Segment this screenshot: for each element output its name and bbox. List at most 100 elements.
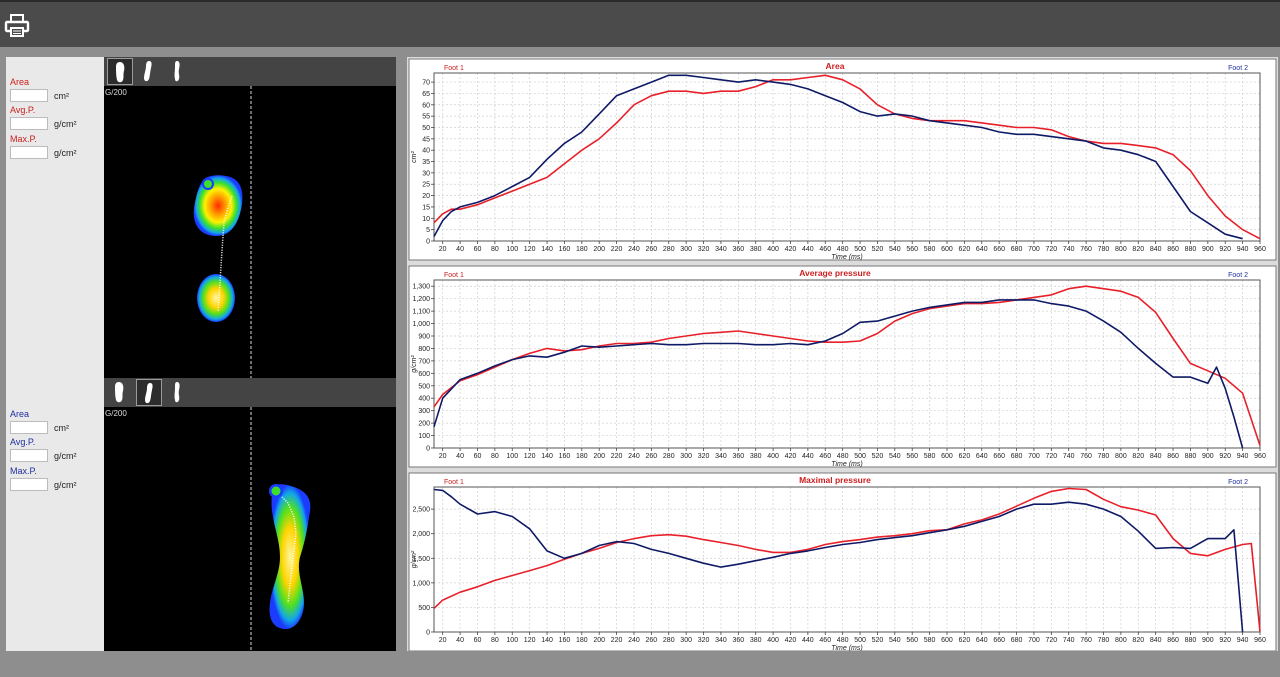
legend-foot2: Foot 2 xyxy=(1228,479,1248,486)
y-tick-label: 700 xyxy=(418,358,430,365)
y-tick-label: 60 xyxy=(422,102,430,109)
foot1-avgp-unit: g/cm² xyxy=(54,119,77,129)
foot2-area-label: Area xyxy=(10,409,30,419)
x-tick-label: 120 xyxy=(524,453,536,460)
x-tick-label: 740 xyxy=(1063,453,1075,460)
printer-icon xyxy=(4,14,30,37)
x-tick-label: 720 xyxy=(1045,637,1057,644)
y-axis-label: g/cm² xyxy=(411,550,418,568)
x-tick-label: 740 xyxy=(1063,246,1075,253)
foot1-area-field[interactable] xyxy=(10,89,48,102)
x-tick-label: 940 xyxy=(1237,453,1249,460)
y-tick-label: 300 xyxy=(418,408,430,415)
x-tick-label: 580 xyxy=(924,637,936,644)
x-tick-label: 880 xyxy=(1185,637,1197,644)
foot1-area-unit: cm² xyxy=(54,91,69,101)
y-tick-label: 500 xyxy=(418,605,430,612)
foot1-view-toolbar xyxy=(104,57,396,86)
chart-2: 20 40 60 80 100 120 140 160 180 200 220 240 260 280 30… xyxy=(408,265,1277,468)
y-tick-label: 1,100 xyxy=(412,309,430,316)
foot1-right-foot-button[interactable] xyxy=(136,58,162,85)
x-tick-label: 140 xyxy=(541,637,553,644)
y-tick-label: 25 xyxy=(422,182,430,189)
y-tick-label: 400 xyxy=(418,396,430,403)
foot1-avgp-field[interactable] xyxy=(10,117,48,130)
x-tick-label: 60 xyxy=(474,453,482,460)
x-tick-label: 780 xyxy=(1098,637,1110,644)
foot2-avgp-label: Avg.P. xyxy=(10,437,36,447)
x-tick-label: 340 xyxy=(715,453,727,460)
foot1-maxp-field[interactable] xyxy=(10,146,48,159)
foot2-avgp-field[interactable] xyxy=(10,449,48,462)
foot2-left-foot-button[interactable] xyxy=(107,379,133,406)
x-tick-label: 100 xyxy=(506,637,518,644)
x-tick-label: 420 xyxy=(785,453,797,460)
y-tick-label: 40 xyxy=(422,148,430,155)
y-tick-label: 0 xyxy=(426,630,430,637)
x-tick-label: 520 xyxy=(872,246,884,253)
x-tick-label: 420 xyxy=(785,637,797,644)
y-tick-label: 200 xyxy=(418,421,430,428)
foot2-maxp-field[interactable] xyxy=(10,478,48,491)
x-tick-label: 520 xyxy=(872,637,884,644)
foot-left-icon xyxy=(116,62,125,83)
x-tick-label: 960 xyxy=(1254,637,1266,644)
x-tick-label: 820 xyxy=(1132,453,1144,460)
foot1-both-feet-button[interactable] xyxy=(165,58,191,85)
x-tick-label: 620 xyxy=(959,453,971,460)
x-tick-label: 200 xyxy=(593,246,605,253)
foot-right-icon xyxy=(144,61,152,82)
foot1-left-foot-button[interactable] xyxy=(107,58,133,85)
x-tick-label: 840 xyxy=(1150,453,1162,460)
x-tick-label: 900 xyxy=(1202,246,1214,253)
x-tick-label: 700 xyxy=(1028,246,1040,253)
x-tick-label: 560 xyxy=(906,637,918,644)
foot2-maxp-unit: g/cm² xyxy=(54,480,77,490)
x-tick-label: 460 xyxy=(819,637,831,644)
x-tick-label: 540 xyxy=(889,453,901,460)
x-axis-label: Time (ms) xyxy=(831,254,862,261)
x-tick-label: 960 xyxy=(1254,453,1266,460)
legend-foot1: Foot 1 xyxy=(444,272,464,279)
y-tick-label: 65 xyxy=(422,91,430,98)
x-tick-label: 360 xyxy=(732,246,744,253)
y-tick-label: 1,300 xyxy=(412,284,430,291)
x-tick-label: 340 xyxy=(715,246,727,253)
x-tick-label: 400 xyxy=(767,637,779,644)
x-tick-label: 220 xyxy=(611,637,623,644)
print-button[interactable] xyxy=(4,12,32,40)
y-tick-label: 100 xyxy=(418,433,430,440)
foot2-both-feet-button[interactable] xyxy=(165,379,191,406)
x-tick-label: 840 xyxy=(1150,637,1162,644)
x-tick-label: 80 xyxy=(491,246,499,253)
foot1-pressure-map xyxy=(193,86,252,378)
x-tick-label: 260 xyxy=(646,453,658,460)
y-tick-label: 2,500 xyxy=(412,507,430,514)
x-tick-label: 660 xyxy=(993,637,1005,644)
foot-both-icon xyxy=(174,382,180,403)
foot2-pressure-map xyxy=(250,407,311,651)
y-axis-label: cm² xyxy=(411,151,418,163)
x-tick-label: 380 xyxy=(750,637,762,644)
x-tick-label: 240 xyxy=(628,453,640,460)
x-axis-label: Time (ms) xyxy=(831,461,862,468)
chart-title: Average pressure xyxy=(799,268,871,278)
x-tick-label: 200 xyxy=(593,453,605,460)
charts-area: 20 40 60 80 100 120 140 160 180 200 220 240 260 280 30… xyxy=(407,57,1278,652)
y-tick-label: 1,000 xyxy=(412,321,430,328)
foot2-area-field[interactable] xyxy=(10,421,48,434)
y-tick-label: 15 xyxy=(422,204,430,211)
x-tick-label: 620 xyxy=(959,246,971,253)
x-tick-label: 880 xyxy=(1185,453,1197,460)
x-tick-label: 860 xyxy=(1167,637,1179,644)
x-tick-label: 280 xyxy=(663,246,675,253)
x-axis-label: Time (ms) xyxy=(831,645,862,651)
x-tick-label: 380 xyxy=(750,453,762,460)
x-tick-label: 280 xyxy=(663,637,675,644)
x-tick-label: 260 xyxy=(646,246,658,253)
foot2-right-foot-button[interactable] xyxy=(136,379,162,406)
x-tick-label: 180 xyxy=(576,637,588,644)
x-tick-label: 540 xyxy=(889,246,901,253)
y-axis-label: g/cm² xyxy=(411,355,418,373)
x-tick-label: 600 xyxy=(941,453,953,460)
